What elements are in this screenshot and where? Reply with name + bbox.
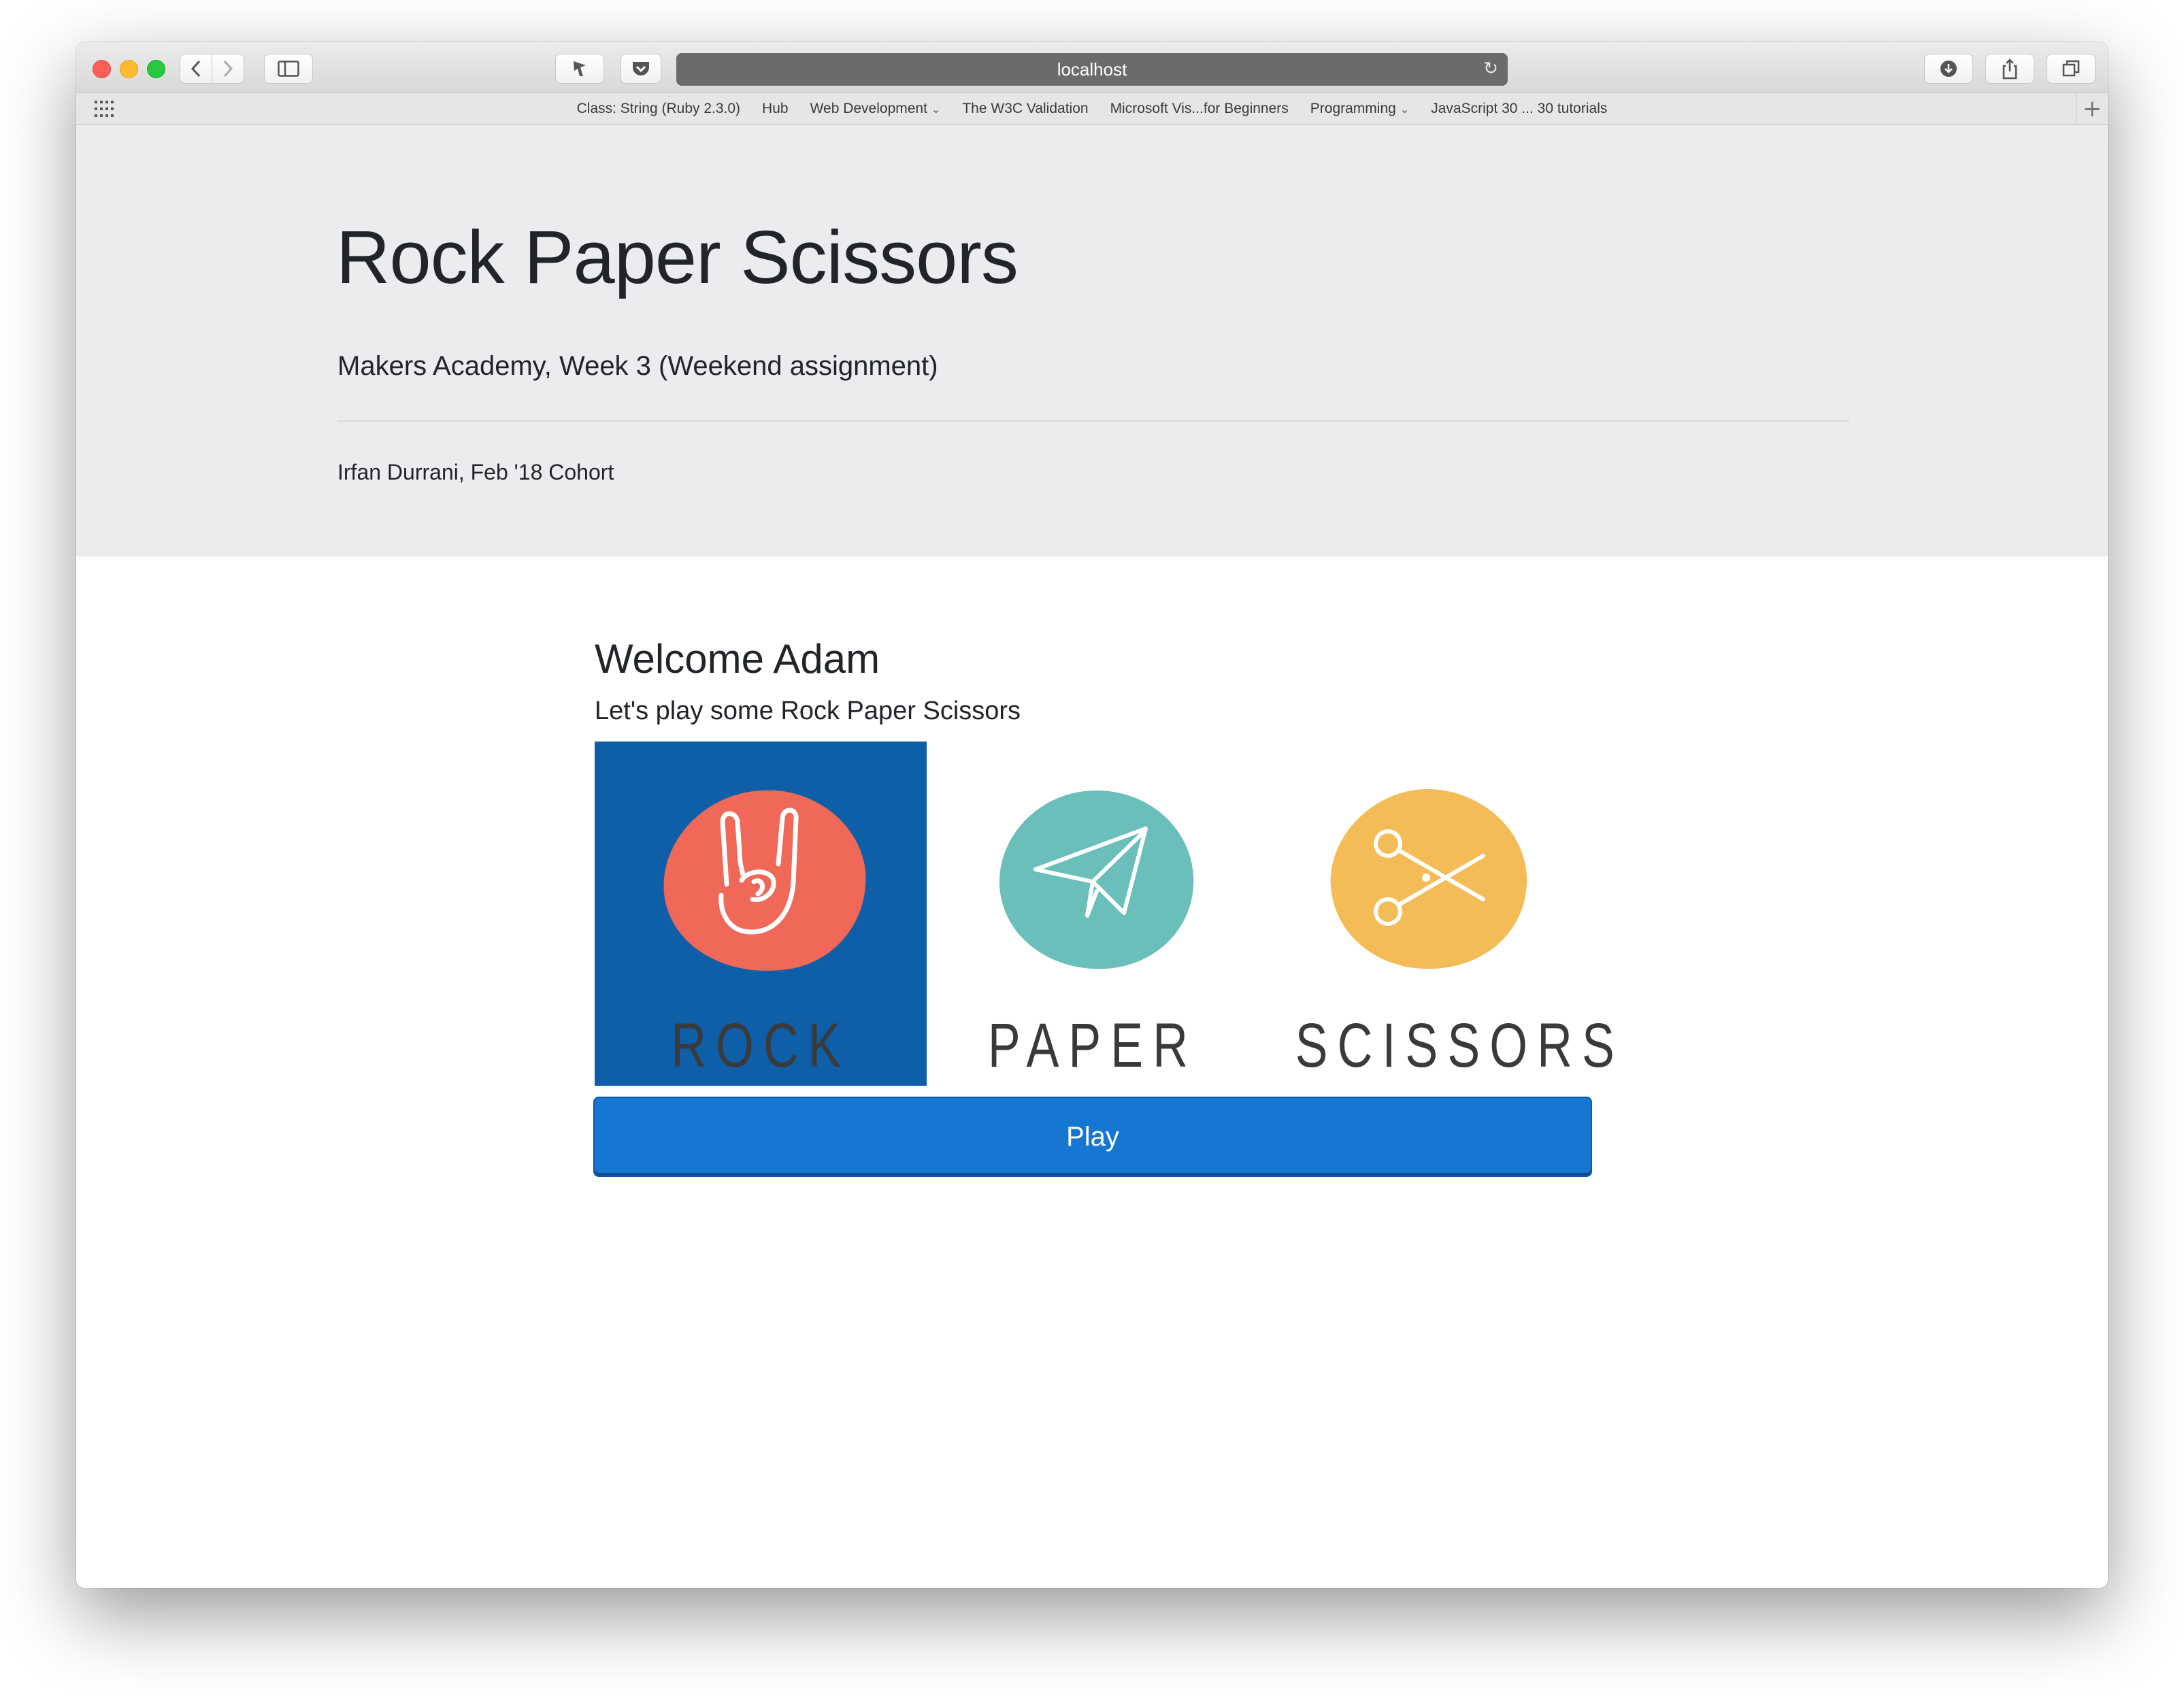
- minimize-window-button[interactable]: [120, 60, 138, 78]
- address-bar[interactable]: localhost ↻: [676, 53, 1508, 86]
- choice-paper[interactable]: PAPER: [927, 742, 1259, 1086]
- share-icon: [2002, 59, 2017, 80]
- chevron-left-icon: [191, 60, 201, 78]
- browser-toolbar: localhost ↻: [76, 42, 2108, 93]
- play-button[interactable]: Play: [595, 1098, 1591, 1176]
- scissors-icon: [1330, 789, 1527, 969]
- tabs-overview-button[interactable]: [2047, 54, 2096, 84]
- browser-window: localhost ↻ Class: String (Ruby 2.3.0) H…: [76, 42, 2108, 1588]
- choice-label-scissors: SCISSORS: [1295, 1011, 1624, 1080]
- extension-button[interactable]: [555, 54, 604, 84]
- share-button[interactable]: [1985, 54, 2034, 84]
- close-window-button[interactable]: [93, 60, 111, 78]
- page-title: Rock Paper Scissors: [336, 216, 1019, 299]
- plus-icon: +: [2082, 95, 2102, 122]
- paper-plane-icon: [999, 790, 1194, 969]
- bookmark-programming[interactable]: Programming ⌄: [1310, 101, 1409, 117]
- tabs-icon: [2062, 60, 2080, 77]
- downloads-button[interactable]: [1924, 54, 1973, 84]
- author-credit: Irfan Durrani, Feb '18 Cohort: [337, 460, 614, 484]
- bookmark-w3c-validation[interactable]: The W3C Validation: [962, 101, 1088, 117]
- chevron-down-icon: ⌄: [1400, 102, 1410, 116]
- chevron-down-icon: ⌄: [931, 102, 941, 116]
- forward-button[interactable]: [212, 54, 244, 84]
- sidebar-icon: [278, 61, 299, 77]
- reload-icon[interactable]: ↻: [1483, 59, 1498, 79]
- choice-rock[interactable]: ROCK: [595, 742, 927, 1086]
- bookmarks-bar: Class: String (Ruby 2.3.0) Hub Web Devel…: [76, 93, 2108, 125]
- choice-label-paper: PAPER: [987, 1011, 1198, 1080]
- download-icon: [1940, 61, 1957, 77]
- rock-hand-icon: [663, 790, 866, 971]
- bookmark-web-development[interactable]: Web Development ⌄: [810, 101, 941, 117]
- bookmark-javascript30[interactable]: JavaScript 30 ... 30 tutorials: [1431, 101, 1607, 117]
- choice-label-rock: ROCK: [671, 1011, 850, 1080]
- chevron-right-icon: [223, 60, 233, 78]
- bookmark-ruby-string[interactable]: Class: String (Ruby 2.3.0): [577, 101, 740, 117]
- url-text: localhost: [1057, 59, 1127, 80]
- game-subheading: Let's play some Rock Paper Scissors: [595, 697, 1021, 725]
- choice-scissors[interactable]: SCISSORS: [1259, 742, 1624, 1086]
- back-button[interactable]: [180, 54, 212, 84]
- bookmark-hub[interactable]: Hub: [762, 101, 789, 117]
- bookmark-microsoft-visual[interactable]: Microsoft Vis...for Beginners: [1110, 101, 1289, 117]
- welcome-heading: Welcome Adam: [595, 636, 880, 682]
- sidebar-toggle-button[interactable]: [264, 54, 313, 84]
- divider: [337, 420, 1849, 422]
- zoom-window-button[interactable]: [147, 60, 165, 78]
- page-content: Rock Paper Scissors Makers Academy, Week…: [76, 125, 2108, 1588]
- pocket-button[interactable]: [621, 54, 661, 84]
- page-lead: Makers Academy, Week 3 (Weekend assignme…: [337, 351, 938, 381]
- pocket-icon: [633, 62, 649, 76]
- choice-options: ROCK PAPER SCISSORS: [595, 742, 1624, 1086]
- bookmarks-list: Class: String (Ruby 2.3.0) Hub Web Devel…: [76, 93, 2108, 124]
- jumbotron: Rock Paper Scissors Makers Academy, Week…: [76, 125, 2108, 556]
- extension-icon: [574, 61, 586, 76]
- add-bookmark-button[interactable]: +: [2076, 93, 2108, 124]
